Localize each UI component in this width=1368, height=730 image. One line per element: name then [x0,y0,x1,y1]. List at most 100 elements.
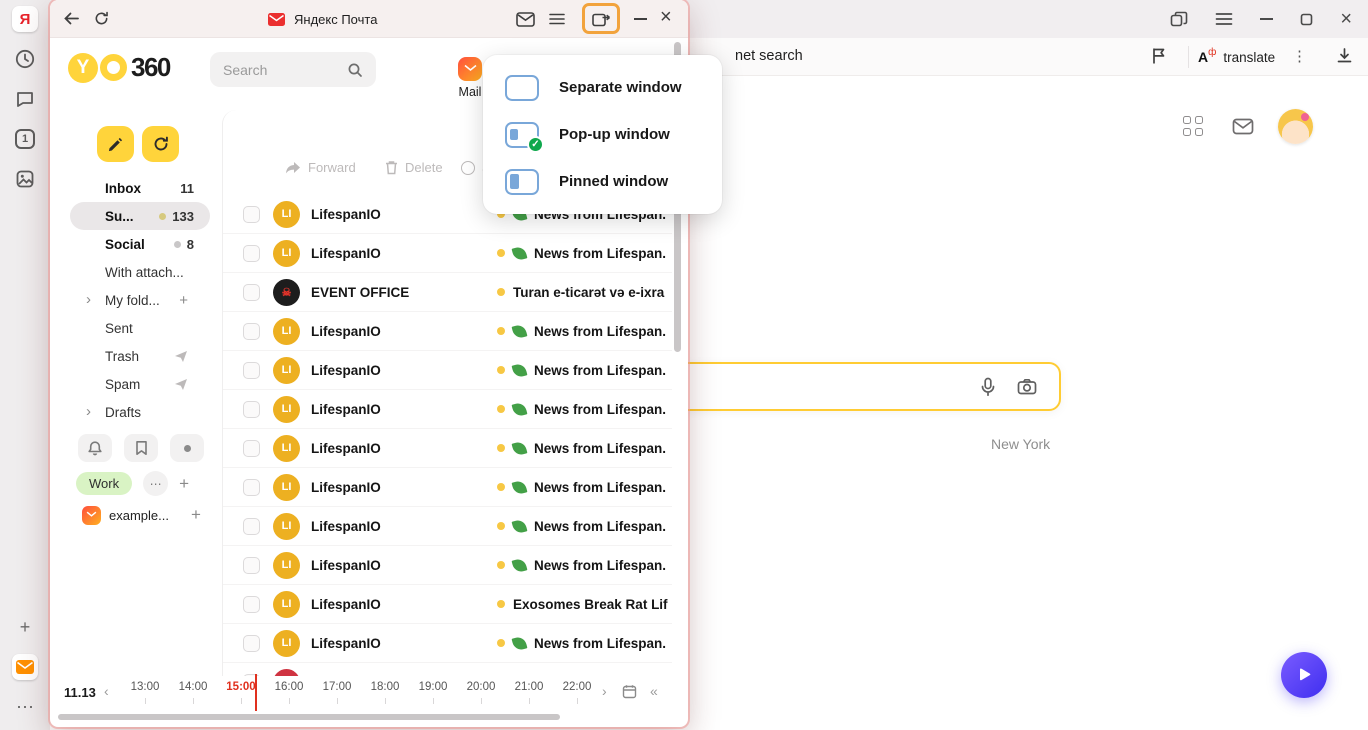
browser-maximize-icon[interactable] [1300,13,1313,26]
yandex-browser-logo[interactable]: Я [12,6,38,32]
services-grid-icon[interactable] [1183,116,1203,136]
message-checkbox[interactable] [243,362,260,379]
timeline-time[interactable]: 21:00 [505,681,553,695]
delete-button[interactable]: Delete [385,160,443,175]
timeline-time[interactable]: 14:00 [169,681,217,695]
message-row[interactable]: LI LifespanIO News from Lifespan. [223,546,672,585]
folder-item[interactable]: › Trash + [50,342,222,370]
page-mail-icon[interactable] [1232,118,1254,135]
message-checkbox[interactable] [243,635,260,652]
folder-item[interactable]: › Sent + [50,314,222,342]
user-avatar[interactable] [1278,109,1313,144]
message-checkbox[interactable] [243,479,260,496]
check-mail-button[interactable] [142,126,179,162]
message-row[interactable]: LI LifespanIO News from Lifespan. [223,351,672,390]
back-icon[interactable] [63,11,80,26]
yandex-mail-app-icon[interactable] [12,654,38,680]
message-row[interactable]: LI LifespanIO Exosomes Break Rat Lif [223,585,672,624]
message-row[interactable]: LI LifespanIO News from Lifespan. [223,507,672,546]
alice-assistant-button[interactable] [1281,652,1327,698]
folder-item[interactable]: › Social + 8 [50,230,222,258]
mail-close-icon[interactable]: × [660,6,672,29]
folder-item[interactable]: › Spam + [50,370,222,398]
reload-icon[interactable] [94,11,109,26]
browser-minimize-icon[interactable] [1260,18,1273,20]
message-row[interactable]: LI LifespanIO News from Lifespan. [223,429,672,468]
folder-item[interactable]: › Su... + 133 [70,202,210,230]
message-row[interactable]: LI LifespanIO News from Lifespan. [223,312,672,351]
folder-item[interactable]: › Inbox + 11 [50,174,222,202]
bookmark-icon[interactable] [124,434,158,462]
address-more-icon[interactable]: ⋮ [1292,47,1307,65]
timeline-time[interactable]: 22:00 [553,681,601,695]
window-mode-icon-highlighted[interactable] [582,3,620,34]
calendar-icon[interactable] [622,684,637,699]
mail-window-titlebar[interactable]: Яндекс Почта × [50,0,688,38]
message-checkbox[interactable] [243,440,260,457]
voice-search-icon[interactable] [979,377,997,397]
window-mode-option[interactable]: ✓ Pinned window [483,158,722,205]
message-row[interactable]: LI LifespanIO News from Lifespan. [223,468,672,507]
titlebar-menu-icon[interactable] [549,13,565,25]
tag-work[interactable]: Work [76,472,132,495]
timeline-time[interactable]: 18:00 [361,681,409,695]
message-row[interactable]: LI LifespanIO News from Lifespan. [223,390,672,429]
forward-button[interactable]: Forward [285,160,356,175]
translate-button[interactable]: Aф translate [1198,45,1275,69]
tags-more-icon[interactable]: ⋯ [143,471,168,496]
timeline-time[interactable]: 17:00 [313,681,361,695]
message-checkbox[interactable] [243,557,260,574]
message-checkbox[interactable] [243,284,260,301]
timeline-time[interactable]: 16:00 [265,681,313,695]
folder-item[interactable]: › With attach... + [50,258,222,286]
timeline-time[interactable]: 20:00 [457,681,505,695]
timeline-next-icon[interactable]: › [602,683,607,699]
chevron-right-icon[interactable]: › [86,403,91,420]
browser-close-icon[interactable]: × [1340,9,1352,29]
message-checkbox[interactable] [243,323,260,340]
page-search-bar[interactable] [640,362,1061,411]
message-row[interactable]: LI LifespanIO News from Lifespan. [223,624,672,663]
address-url-text[interactable]: net search [735,48,803,64]
timeline-prev-icon[interactable]: ‹ [104,683,109,699]
message-row[interactable]: ☠ EVENT OFFICE Turan e-ticarət və e-ixra [223,273,672,312]
mail-minimize-icon[interactable] [634,18,647,20]
tab-counter-icon[interactable]: 1 [12,126,38,152]
downloads-icon[interactable] [1336,47,1353,64]
label-dot-icon[interactable] [170,434,204,462]
add-panel-icon[interactable]: + [12,614,38,640]
window-mode-option[interactable]: ✓ Separate window [483,64,722,111]
folder-item[interactable]: › Drafts + [50,398,222,426]
message-checkbox[interactable] [243,206,260,223]
add-tag-icon[interactable]: + [179,474,189,494]
search-icon[interactable] [347,62,363,78]
mail-search-input[interactable]: Search [210,52,376,87]
timeline-collapse-icon[interactable]: « [650,683,658,699]
window-mode-option[interactable]: ✓ Pop-up window [483,111,722,158]
message-checkbox[interactable] [243,245,260,262]
browser-menu-icon[interactable] [1215,12,1233,26]
horizontal-scrollbar[interactable] [58,714,560,720]
titlebar-mail-icon[interactable] [516,12,535,27]
history-icon[interactable] [12,46,38,72]
compose-button[interactable] [97,126,134,162]
notifications-bell-icon[interactable] [78,434,112,462]
timeline-time[interactable]: 19:00 [409,681,457,695]
message-row[interactable] [223,663,672,676]
timeline-time[interactable]: 15:00 [217,681,265,695]
message-row[interactable]: LI LifespanIO News from Lifespan. [223,234,672,273]
tab-groups-icon[interactable] [1170,11,1188,27]
account-row[interactable]: example... + [82,505,201,525]
gallery-icon[interactable] [12,166,38,192]
message-checkbox[interactable] [243,518,260,535]
chats-icon[interactable] [12,86,38,112]
image-search-icon[interactable] [1017,378,1037,395]
add-folder-icon[interactable]: + [179,292,188,309]
message-checkbox[interactable] [243,401,260,418]
sidebar-more-icon[interactable]: ⋯ [12,694,38,720]
timeline-time[interactable]: 13:00 [121,681,169,695]
bookmark-flag-icon[interactable] [1152,47,1165,65]
folder-item[interactable]: › My fold... + [50,286,222,314]
message-checkbox[interactable] [243,596,260,613]
chevron-right-icon[interactable]: › [86,291,91,308]
